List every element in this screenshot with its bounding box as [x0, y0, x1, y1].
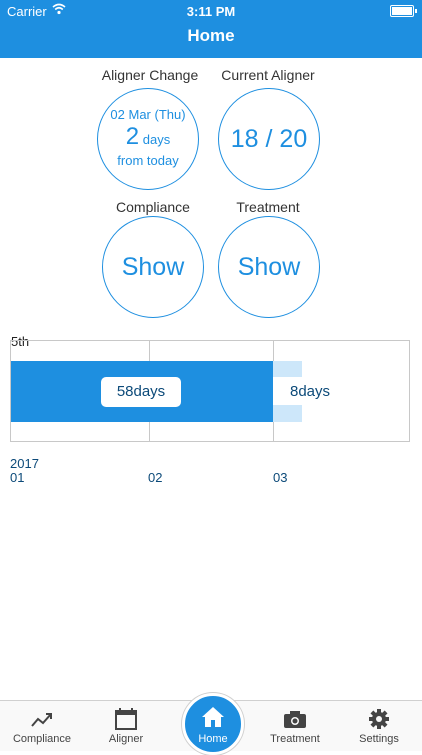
tab-settings[interactable]: Settings	[337, 701, 421, 751]
timeline-chart: 58days 8days	[10, 340, 410, 442]
x-tick-month-01: 01	[10, 470, 25, 485]
page-title: Home	[187, 26, 235, 45]
tab-treatment-label: Treatment	[270, 733, 320, 745]
battery-icon	[390, 5, 417, 17]
aligner-change-label: Aligner Change	[101, 67, 199, 83]
treatment-label: Treatment	[236, 199, 300, 215]
compliance-label: Compliance	[116, 199, 190, 215]
camera-icon	[284, 711, 306, 728]
compliance-show-button[interactable]: Show	[102, 216, 204, 318]
calendar-icon	[115, 708, 137, 730]
home-icon	[202, 707, 224, 727]
tab-home-label: Home	[198, 733, 228, 745]
tab-compliance-label: Compliance	[12, 733, 72, 745]
x-tick-month-02: 02	[148, 470, 163, 485]
aligner-change-circle[interactable]: 02 Mar (Thu) 2 days from today	[97, 88, 199, 190]
compliance-show-label: Show	[121, 253, 185, 281]
x-tick-year: 2017	[10, 456, 39, 471]
tab-aligner[interactable]: Aligner	[84, 701, 168, 751]
bar-elapsed-label: 58days	[101, 377, 181, 407]
tab-settings-label: Settings	[359, 733, 399, 745]
tab-aligner-label: Aligner	[108, 733, 144, 745]
trend-icon	[31, 713, 52, 727]
aligner-change-date: 02 Mar (Thu)	[110, 107, 186, 122]
nav-header: Carrier 3:11 PM Home	[0, 0, 422, 58]
clock: 3:11 PM	[186, 4, 236, 19]
tab-home[interactable]: Home	[182, 693, 244, 755]
current-aligner-circle[interactable]: 18 / 20	[218, 88, 320, 190]
aligner-change-days: 2	[125, 123, 140, 150]
status-bar: Carrier 3:11 PM	[0, 0, 422, 22]
treatment-show-button[interactable]: Show	[218, 216, 320, 318]
tab-compliance[interactable]: Compliance	[0, 701, 84, 751]
tab-treatment[interactable]: Treatment	[253, 701, 337, 751]
current-aligner-value: 18 / 20	[230, 125, 308, 153]
aligner-change-days-unit: days	[142, 132, 171, 147]
bar-remaining-label: 8days	[290, 383, 331, 400]
current-aligner-label: Current Aligner	[221, 67, 315, 83]
gear-icon	[369, 709, 389, 729]
x-tick-month-03: 03	[273, 470, 288, 485]
aligner-change-suffix: from today	[117, 153, 179, 168]
treatment-show-label: Show	[237, 253, 301, 281]
